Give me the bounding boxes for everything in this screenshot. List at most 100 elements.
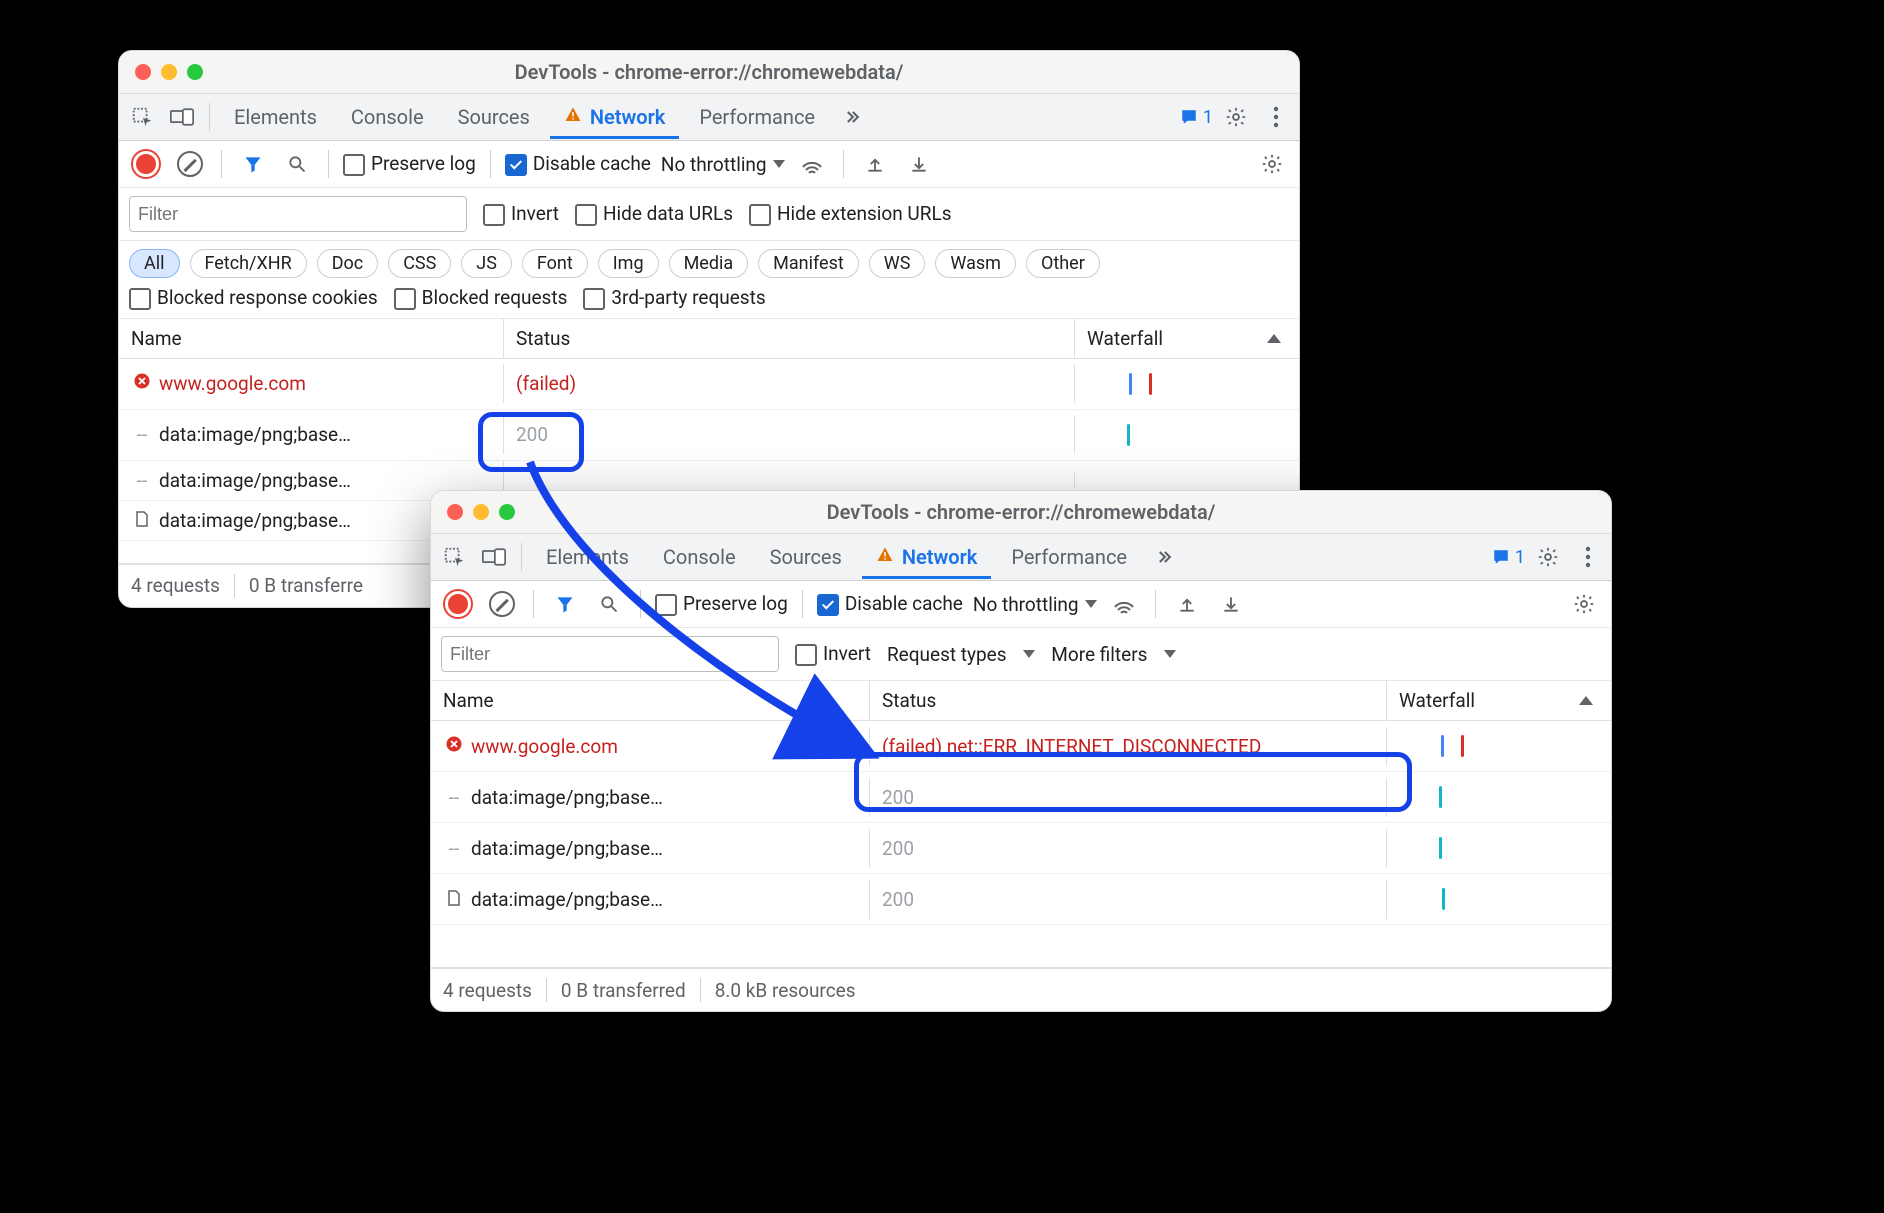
chip-other[interactable]: Other [1026, 249, 1100, 278]
device-toolbar-icon[interactable] [477, 540, 511, 574]
export-har-icon[interactable] [902, 147, 936, 181]
export-har-icon[interactable] [1214, 587, 1248, 621]
table-row[interactable]: www.google.com (failed) net::ERR_INTERNE… [431, 721, 1611, 772]
warning-icon [564, 105, 582, 129]
inspect-element-icon[interactable] [437, 540, 471, 574]
chip-doc[interactable]: Doc [317, 249, 379, 278]
issues-badge[interactable]: 1 [1179, 107, 1213, 128]
record-button[interactable] [129, 147, 163, 181]
hide-data-urls-checkbox[interactable]: Hide data URLs [575, 202, 733, 226]
more-tabs-icon[interactable] [1147, 540, 1181, 574]
disable-cache-checkbox[interactable]: Disable cache [817, 592, 963, 616]
request-types-dropdown[interactable]: Request types [887, 643, 1035, 666]
import-har-icon[interactable] [858, 147, 892, 181]
third-party-checkbox[interactable]: 3rd-party requests [583, 286, 765, 310]
table-header[interactable]: Name Status Waterfall [119, 319, 1299, 359]
search-icon[interactable] [280, 147, 314, 181]
minimize-icon[interactable] [161, 64, 177, 80]
tab-performance[interactable]: Performance [997, 535, 1141, 579]
network-conditions-icon[interactable] [795, 147, 829, 181]
preserve-log-checkbox[interactable]: Preserve log [343, 152, 476, 176]
separator [209, 103, 210, 131]
col-name[interactable]: Name [431, 681, 870, 720]
close-icon[interactable] [135, 64, 151, 80]
disable-cache-checkbox[interactable]: Disable cache [505, 152, 651, 176]
chip-fetch-xhr[interactable]: Fetch/XHR [190, 249, 307, 278]
tab-network[interactable]: Network [550, 95, 679, 139]
kebab-menu-icon[interactable] [1259, 100, 1293, 134]
settings-icon[interactable] [1531, 540, 1565, 574]
dash-icon: -- [131, 423, 153, 446]
close-icon[interactable] [447, 504, 463, 520]
chip-font[interactable]: Font [522, 249, 588, 278]
tab-console[interactable]: Console [337, 95, 438, 139]
device-toolbar-icon[interactable] [165, 100, 199, 134]
chip-wasm[interactable]: Wasm [935, 249, 1016, 278]
filter-toggle-icon[interactable] [548, 587, 582, 621]
col-waterfall[interactable]: Waterfall [1387, 681, 1611, 720]
zoom-icon[interactable] [187, 64, 203, 80]
issues-badge[interactable]: 1 [1491, 547, 1525, 568]
dash-icon: -- [131, 469, 153, 492]
tab-elements[interactable]: Elements [532, 535, 643, 579]
window-traffic-lights[interactable] [135, 64, 203, 80]
table-row[interactable]: www.google.com (failed) [119, 359, 1299, 410]
footer-transferred: 0 B transferred [561, 979, 686, 1002]
titlebar[interactable]: DevTools - chrome-error://chromewebdata/ [119, 51, 1299, 94]
network-conditions-icon[interactable] [1107, 587, 1141, 621]
invert-checkbox[interactable]: Invert [483, 202, 559, 226]
chip-img[interactable]: Img [598, 249, 659, 278]
throttling-label: No throttling [661, 153, 767, 176]
col-status[interactable]: Status [870, 681, 1387, 720]
tab-performance[interactable]: Performance [685, 95, 829, 139]
hide-ext-urls-checkbox[interactable]: Hide extension URLs [749, 202, 952, 226]
blocked-requests-checkbox[interactable]: Blocked requests [394, 286, 568, 310]
inspect-element-icon[interactable] [125, 100, 159, 134]
chip-css[interactable]: CSS [388, 249, 451, 278]
search-icon[interactable] [592, 587, 626, 621]
table-row[interactable]: --data:image/png;base… 200 [119, 410, 1299, 461]
import-har-icon[interactable] [1170, 587, 1204, 621]
col-waterfall[interactable]: Waterfall [1075, 319, 1299, 358]
chip-js[interactable]: JS [461, 249, 512, 278]
throttling-select[interactable]: No throttling [973, 593, 1097, 616]
chip-media[interactable]: Media [669, 249, 749, 278]
table-row[interactable]: data:image/png;base… 200 [431, 874, 1611, 925]
tab-elements[interactable]: Elements [220, 95, 331, 139]
settings-icon[interactable] [1219, 100, 1253, 134]
filter-input[interactable] [441, 636, 779, 672]
more-filters-dropdown[interactable]: More filters [1051, 643, 1176, 666]
minimize-icon[interactable] [473, 504, 489, 520]
filter-toggle-icon[interactable] [236, 147, 270, 181]
col-name[interactable]: Name [119, 319, 504, 358]
clear-button[interactable] [173, 147, 207, 181]
chip-manifest[interactable]: Manifest [758, 249, 859, 278]
titlebar[interactable]: DevTools - chrome-error://chromewebdata/ [431, 491, 1611, 534]
network-settings-icon[interactable] [1255, 147, 1289, 181]
waterfall-bars [1399, 729, 1599, 763]
zoom-icon[interactable] [499, 504, 515, 520]
tab-console[interactable]: Console [649, 535, 750, 579]
kebab-menu-icon[interactable] [1571, 540, 1605, 574]
status-bar: 4 requests 0 B transferred 8.0 kB resour… [431, 968, 1611, 1011]
col-status[interactable]: Status [504, 319, 1075, 358]
tab-sources[interactable]: Sources [756, 535, 856, 579]
clear-button[interactable] [485, 587, 519, 621]
table-header[interactable]: Name Status Waterfall [431, 681, 1611, 721]
network-settings-icon[interactable] [1567, 587, 1601, 621]
more-tabs-icon[interactable] [835, 100, 869, 134]
chip-ws[interactable]: WS [869, 249, 926, 278]
filter-input[interactable] [129, 196, 467, 232]
tab-network[interactable]: Network [862, 535, 991, 579]
tab-sources[interactable]: Sources [444, 95, 544, 139]
throttling-select[interactable]: No throttling [661, 153, 785, 176]
blocked-cookies-checkbox[interactable]: Blocked response cookies [129, 286, 378, 310]
invert-checkbox[interactable]: Invert [795, 642, 871, 666]
table-row[interactable]: --data:image/png;base… 200 [431, 823, 1611, 874]
record-button[interactable] [441, 587, 475, 621]
table-row[interactable]: --data:image/png;base… 200 [431, 772, 1611, 823]
chip-all[interactable]: All [129, 249, 180, 278]
window-traffic-lights[interactable] [447, 504, 515, 520]
type-filter-row: All Fetch/XHR Doc CSS JS Font Img Media … [119, 241, 1299, 278]
preserve-log-checkbox[interactable]: Preserve log [655, 592, 788, 616]
